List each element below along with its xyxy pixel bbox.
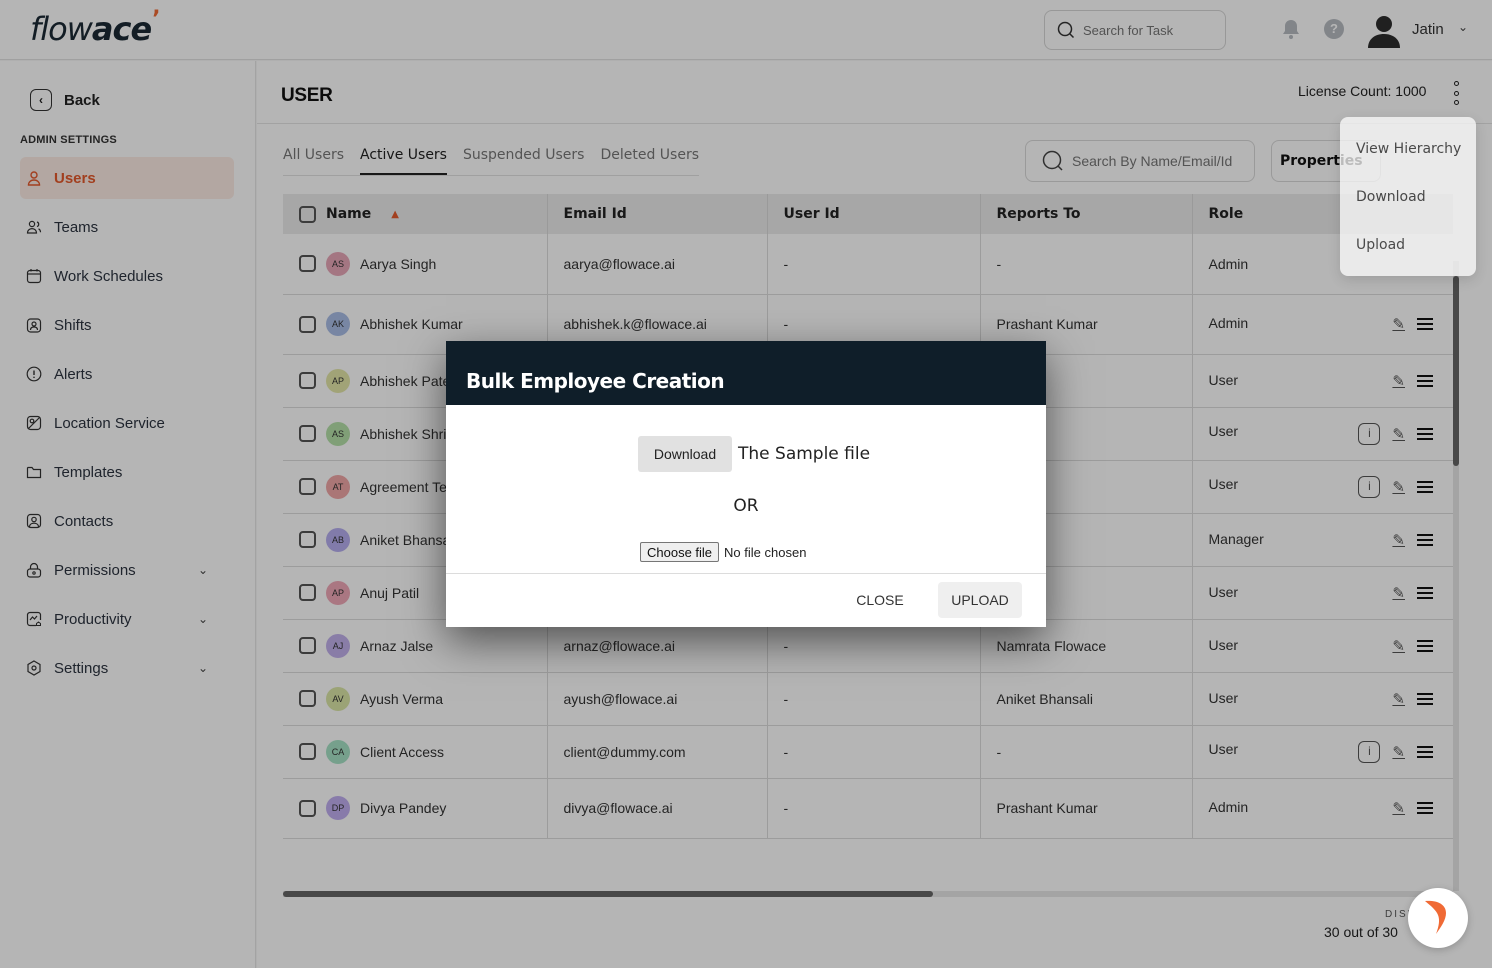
more-options-menu: View Hierarchy Download Upload: [1340, 117, 1476, 276]
or-separator: OR: [733, 496, 759, 516]
file-input[interactable]: Choose file No file chosen: [640, 542, 806, 562]
download-sample-button[interactable]: Download: [638, 436, 732, 472]
download-sample-row: Download The Sample file: [638, 436, 870, 472]
dialog-title: Bulk Employee Creation: [446, 341, 1046, 405]
close-button[interactable]: CLOSE: [846, 582, 914, 618]
menu-item-download[interactable]: Download: [1356, 189, 1426, 205]
flowace-mark-icon: [1425, 900, 1446, 934]
upload-button[interactable]: UPLOAD: [938, 582, 1022, 618]
menu-item-upload[interactable]: Upload: [1356, 237, 1405, 253]
chat-launcher-button[interactable]: [1408, 888, 1468, 948]
file-status-text: No file chosen: [724, 544, 807, 560]
dialog-divider: [446, 573, 1046, 574]
bulk-employee-creation-dialog: Bulk Employee Creation Download The Samp…: [446, 341, 1046, 627]
menu-item-view-hierarchy[interactable]: View Hierarchy: [1356, 141, 1461, 157]
sample-file-text: The Sample file: [738, 444, 871, 464]
choose-file-button[interactable]: Choose file: [640, 542, 720, 562]
